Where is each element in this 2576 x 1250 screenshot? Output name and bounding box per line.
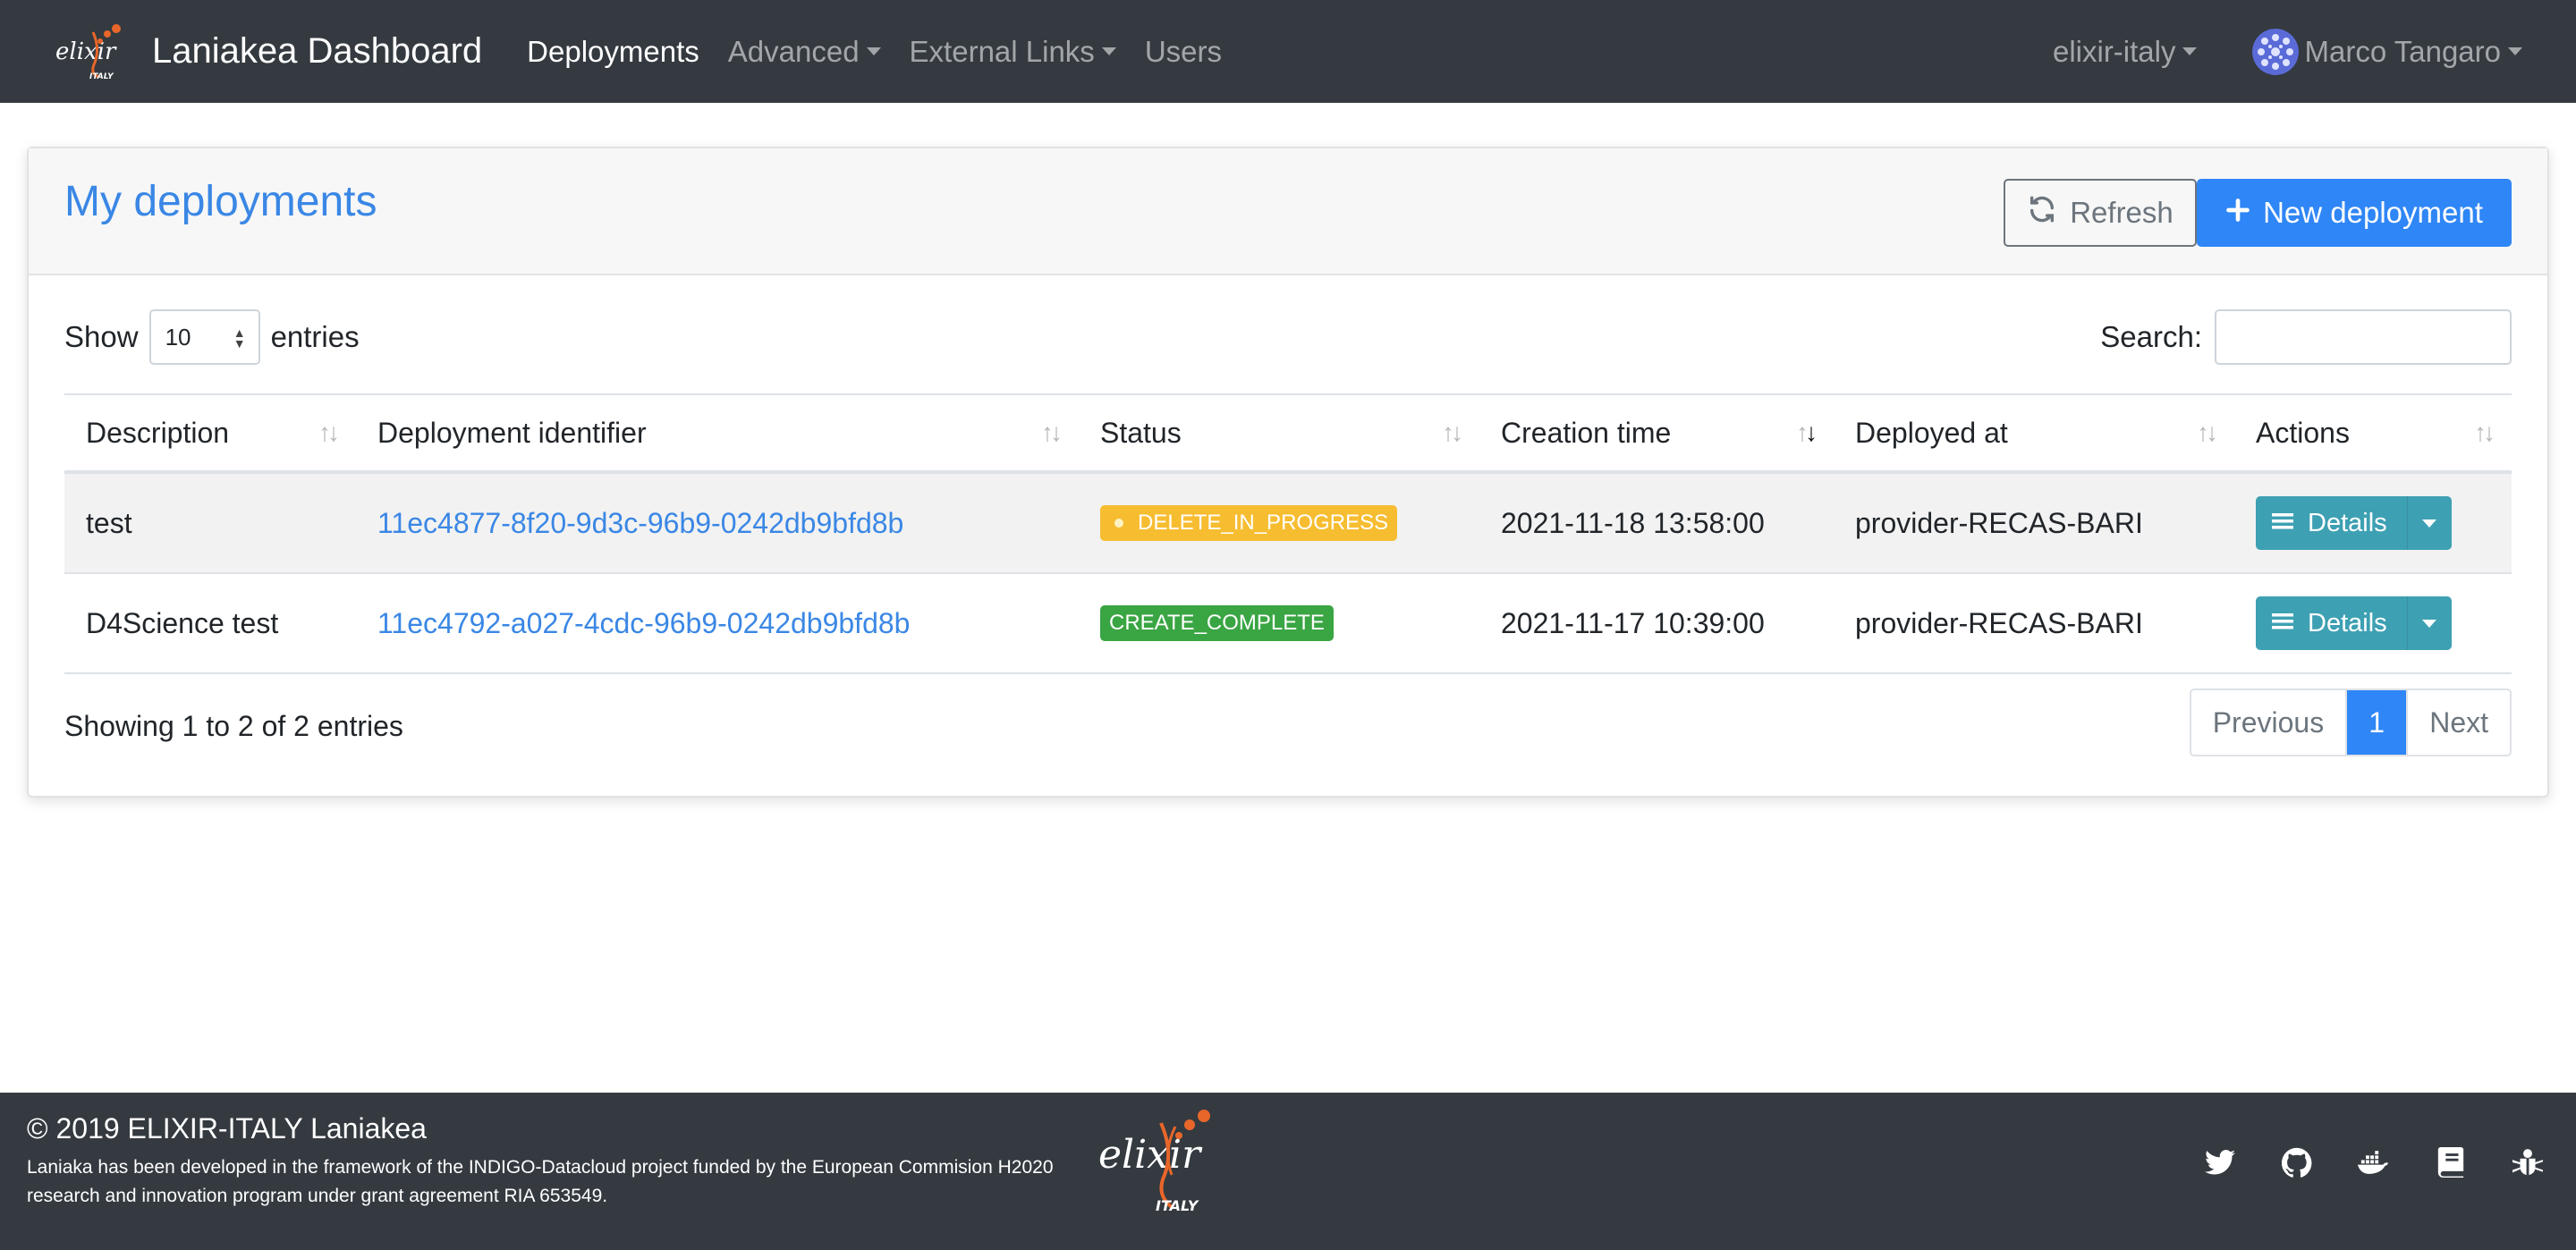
caret-down-icon [1101,47,1116,55]
sort-icon: ↑↓ [318,418,340,446]
footer-text: Laniaka has been developed in the framew… [27,1157,1054,1206]
deployments-card: My deployments Refresh New deployment Sh… [27,147,2549,798]
column-header-deployed-at[interactable]: Deployed at ↑↓ [1834,395,2234,470]
elixir-italy-footer-logo: elixir ITALY [1097,1107,1240,1214]
column-header-actions[interactable]: Actions ↑↓ [2234,395,2512,470]
caret-down-icon [866,47,881,55]
top-navbar: elixir ITALY Laniakea Dashboard Deployme… [0,0,2576,103]
docker-icon[interactable] [2358,1146,2390,1178]
details-button[interactable]: Details [2256,496,2407,550]
svg-text:elixir: elixir [55,38,117,65]
status-cell: DELETE_IN_PROGRESS [1079,474,1479,572]
user-avatar[interactable] [2252,28,2300,75]
twitter-icon[interactable] [2204,1146,2236,1178]
sort-icon: ↑↓ [1442,418,1463,446]
column-header-description[interactable]: Description ↑↓ [64,395,356,470]
description-cell: D4Science test [86,606,279,639]
details-button-group: Details [2256,596,2452,650]
deployed-at-cell: provider-RECAS-BARI [1855,506,2143,539]
caret-down-icon [2422,619,2437,628]
deployments-table: Description ↑↓ Deployment identifier ↑↓ St… [64,393,2512,674]
github-icon[interactable] [2281,1146,2313,1178]
sort-desc-icon: ↑↓ [1796,418,1818,446]
refresh-icon [2027,194,2057,232]
identifier-cell: 11ec4792-a027-4cdc-96b9-0242db9bfd8b [356,574,1079,672]
page-1-button[interactable]: 1 [2347,690,2407,755]
deployment-link[interactable]: 11ec4877-8f20-9d3c-96b9-0242db9bfd8b [377,507,903,540]
status-cell: CREATE_COMPLETE [1079,574,1479,672]
deployed-at-cell: provider-RECAS-BARI [1855,606,2143,639]
next-page-button[interactable]: Next [2406,690,2510,755]
svg-text:ITALY: ITALY [1156,1197,1199,1214]
status-badge: DELETE_IN_PROGRESS [1100,505,1398,541]
card-header: My deployments Refresh New deployment [29,148,2547,275]
caret-down-icon [2182,47,2198,55]
details-dropdown-toggle[interactable] [2406,596,2452,650]
elixir-italy-logo[interactable]: elixir ITALY [54,23,127,81]
nav-external-links[interactable]: External Links [910,35,1116,69]
column-header-identifier[interactable]: Deployment identifier ↑↓ [356,395,1079,470]
nav-deployments[interactable]: Deployments [527,35,699,69]
book-icon[interactable] [2435,1146,2467,1178]
table-controls: Show 10 ▲ ▼ entries Search: [64,309,2512,365]
status-badge: CREATE_COMPLETE [1100,605,1334,641]
svg-text:ITALY: ITALY [89,72,114,80]
pagination: Previous 1 Next [2189,688,2512,756]
table-header-row: Description ↑↓ Deployment identifier ↑↓ St… [64,393,2512,474]
deployment-link[interactable]: 11ec4792-a027-4cdc-96b9-0242db9bfd8b [377,607,910,640]
column-header-creation-time[interactable]: Creation time ↑↓ [1479,395,1834,470]
bug-icon[interactable] [2512,1146,2544,1178]
sort-icon: ↑↓ [1041,418,1063,446]
refresh-button[interactable]: Refresh [2004,179,2197,247]
footer: © 2019 ELIXIR-ITALY Laniakea Laniaka has… [0,1093,2576,1250]
table-info: Showing 1 to 2 of 2 entries [64,710,403,742]
column-header-status[interactable]: Status ↑↓ [1079,395,1479,470]
nav-advanced[interactable]: Advanced [728,35,881,69]
length-control: Show 10 ▲ ▼ entries [64,309,360,365]
caret-down-icon [2422,519,2437,528]
new-deployment-button[interactable]: New deployment [2197,179,2512,247]
list-icon [2272,509,2293,538]
brand-title[interactable]: Laniakea Dashboard [152,31,482,72]
creation-time-cell: 2021-11-17 10:39:00 [1501,606,1765,639]
details-button[interactable]: Details [2256,596,2407,650]
group-dropdown[interactable]: elixir-italy [2053,35,2198,69]
user-dropdown[interactable]: Marco Tangaro [2304,35,2522,69]
identifier-cell: 11ec4877-8f20-9d3c-96b9-0242db9bfd8b [356,474,1079,572]
caret-down-icon [2508,47,2522,55]
spinner-icon [1114,519,1123,528]
select-arrows-icon: ▲ ▼ [233,325,246,351]
sort-icon: ↑↓ [2197,418,2218,446]
details-button-group: Details [2256,496,2452,550]
svg-text:elixir: elixir [1098,1132,1203,1178]
actions-cell: Details [2234,574,2512,672]
details-dropdown-toggle[interactable] [2406,496,2452,550]
table-row: D4Science test 11ec4792-a027-4cdc-96b9-0… [64,574,2512,674]
description-cell: test [86,506,132,539]
search-input[interactable] [2215,309,2512,365]
nav-users[interactable]: Users [1145,35,1222,69]
plus-icon [2225,196,2250,230]
sort-icon: ↑↓ [2474,418,2496,446]
actions-cell: Details [2234,474,2512,572]
footer-social-links [2204,1146,2544,1178]
previous-page-button[interactable]: Previous [2191,690,2348,755]
table-row: test 11ec4877-8f20-9d3c-96b9-0242db9bfd8… [64,474,2512,574]
footer-title: © 2019 ELIXIR-ITALY Laniakea [27,1112,427,1144]
search-control: Search: [2100,309,2512,365]
page-title: My deployments [64,178,377,225]
list-icon [2272,609,2293,638]
entries-per-page-select[interactable]: 10 ▲ ▼ [148,309,260,365]
creation-time-cell: 2021-11-18 13:58:00 [1501,506,1765,539]
